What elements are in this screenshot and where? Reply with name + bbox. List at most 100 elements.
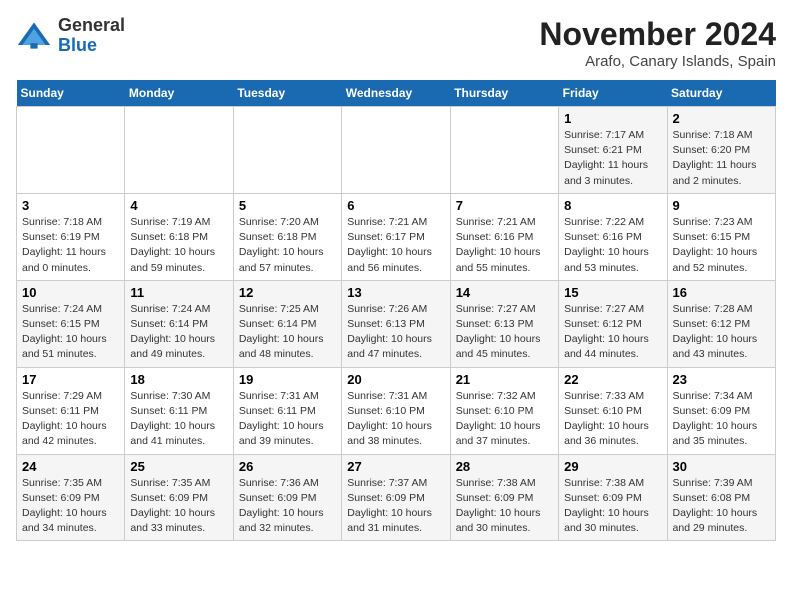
calendar-cell: 25 Sunrise: 7:35 AM Sunset: 6:09 PM Dayli… (125, 454, 233, 541)
day-number: 19 (239, 372, 336, 387)
calendar-cell: 1 Sunrise: 7:17 AM Sunset: 6:21 PM Daylig… (559, 107, 667, 194)
day-info: Sunrise: 7:21 AM Sunset: 6:17 PM Dayligh… (347, 215, 444, 276)
calendar-week-row: 10 Sunrise: 7:24 AM Sunset: 6:15 PM Dayli… (17, 280, 776, 367)
day-number: 30 (673, 459, 770, 474)
calendar-cell: 20Sunrise: 7:31 AM Sunset: 6:10 PM Dayli… (342, 367, 450, 454)
calendar-header: SundayMondayTuesdayWednesdayThursdayFrid… (17, 80, 776, 107)
day-info: Sunrise: 7:36 AM Sunset: 6:09 PM Dayligh… (239, 476, 336, 537)
day-number: 25 (130, 459, 227, 474)
location: Arafo, Canary Islands, Spain (539, 53, 776, 70)
day-number: 2 (673, 111, 770, 126)
day-number: 9 (673, 198, 770, 213)
day-number: 22 (564, 372, 661, 387)
day-number: 12 (239, 285, 336, 300)
day-number: 8 (564, 198, 661, 213)
day-number: 28 (456, 459, 553, 474)
calendar-cell: 17Sunrise: 7:29 AM Sunset: 6:11 PM Dayli… (17, 367, 125, 454)
calendar-cell (17, 107, 125, 194)
calendar-body: 1 Sunrise: 7:17 AM Sunset: 6:21 PM Daylig… (17, 107, 776, 541)
day-number: 15 (564, 285, 661, 300)
calendar-cell: 6Sunrise: 7:21 AM Sunset: 6:17 PM Daylig… (342, 193, 450, 280)
calendar-cell: 12 Sunrise: 7:25 AM Sunset: 6:14 PM Dayli… (233, 280, 341, 367)
day-info: Sunrise: 7:35 AM Sunset: 6:09 PM Dayligh… (22, 476, 119, 537)
day-info: Sunrise: 7:31 AM Sunset: 6:10 PM Dayligh… (347, 389, 444, 450)
day-of-week-header: Wednesday (342, 80, 450, 107)
calendar-week-row: 3 Sunrise: 7:18 AM Sunset: 6:19 PM Daylig… (17, 193, 776, 280)
day-number: 11 (130, 285, 227, 300)
calendar-cell: 11 Sunrise: 7:24 AM Sunset: 6:14 PM Dayli… (125, 280, 233, 367)
day-info: Sunrise: 7:38 AM Sunset: 6:09 PM Dayligh… (564, 476, 661, 537)
calendar-cell: 9 Sunrise: 7:23 AM Sunset: 6:15 PM Daylig… (667, 193, 775, 280)
day-number: 16 (673, 285, 770, 300)
day-info: Sunrise: 7:23 AM Sunset: 6:15 PM Dayligh… (673, 215, 770, 276)
logo-text: General Blue (58, 16, 125, 56)
title-area: November 2024 Arafo, Canary Islands, Spa… (539, 16, 776, 70)
calendar-cell: 28 Sunrise: 7:38 AM Sunset: 6:09 PM Dayli… (450, 454, 558, 541)
day-info: Sunrise: 7:24 AM Sunset: 6:14 PM Dayligh… (130, 302, 227, 363)
logo-general: General (58, 15, 125, 35)
day-number: 1 (564, 111, 661, 126)
day-number: 27 (347, 459, 444, 474)
calendar-cell: 19 Sunrise: 7:31 AM Sunset: 6:11 PM Dayli… (233, 367, 341, 454)
day-number: 14 (456, 285, 553, 300)
calendar-cell: 24 Sunrise: 7:35 AM Sunset: 6:09 PM Dayli… (17, 454, 125, 541)
day-of-week-header: Saturday (667, 80, 775, 107)
day-number: 24 (22, 459, 119, 474)
calendar-cell: 29 Sunrise: 7:38 AM Sunset: 6:09 PM Dayli… (559, 454, 667, 541)
day-number: 13 (347, 285, 444, 300)
day-info: Sunrise: 7:38 AM Sunset: 6:09 PM Dayligh… (456, 476, 553, 537)
calendar-cell (233, 107, 341, 194)
page-header: General Blue November 2024 Arafo, Canary… (16, 16, 776, 70)
day-info: Sunrise: 7:17 AM Sunset: 6:21 PM Dayligh… (564, 128, 661, 189)
month-title: November 2024 (539, 16, 776, 53)
day-info: Sunrise: 7:27 AM Sunset: 6:12 PM Dayligh… (564, 302, 661, 363)
logo: General Blue (16, 16, 125, 56)
calendar-week-row: 17Sunrise: 7:29 AM Sunset: 6:11 PM Dayli… (17, 367, 776, 454)
calendar-cell (450, 107, 558, 194)
day-number: 10 (22, 285, 119, 300)
calendar-table: SundayMondayTuesdayWednesdayThursdayFrid… (16, 80, 776, 541)
day-number: 5 (239, 198, 336, 213)
logo-icon (16, 18, 52, 54)
day-info: Sunrise: 7:25 AM Sunset: 6:14 PM Dayligh… (239, 302, 336, 363)
calendar-cell (342, 107, 450, 194)
day-number: 26 (239, 459, 336, 474)
day-info: Sunrise: 7:19 AM Sunset: 6:18 PM Dayligh… (130, 215, 227, 276)
calendar-cell: 4 Sunrise: 7:19 AM Sunset: 6:18 PM Daylig… (125, 193, 233, 280)
calendar-cell: 7 Sunrise: 7:21 AM Sunset: 6:16 PM Daylig… (450, 193, 558, 280)
calendar-cell: 16Sunrise: 7:28 AM Sunset: 6:12 PM Dayli… (667, 280, 775, 367)
day-number: 7 (456, 198, 553, 213)
day-info: Sunrise: 7:31 AM Sunset: 6:11 PM Dayligh… (239, 389, 336, 450)
day-number: 4 (130, 198, 227, 213)
day-info: Sunrise: 7:24 AM Sunset: 6:15 PM Dayligh… (22, 302, 119, 363)
day-number: 23 (673, 372, 770, 387)
day-info: Sunrise: 7:27 AM Sunset: 6:13 PM Dayligh… (456, 302, 553, 363)
day-of-week-header: Monday (125, 80, 233, 107)
day-number: 17 (22, 372, 119, 387)
day-info: Sunrise: 7:21 AM Sunset: 6:16 PM Dayligh… (456, 215, 553, 276)
calendar-cell: 30 Sunrise: 7:39 AM Sunset: 6:08 PM Dayli… (667, 454, 775, 541)
day-info: Sunrise: 7:39 AM Sunset: 6:08 PM Dayligh… (673, 476, 770, 537)
day-info: Sunrise: 7:37 AM Sunset: 6:09 PM Dayligh… (347, 476, 444, 537)
calendar-cell: 15 Sunrise: 7:27 AM Sunset: 6:12 PM Dayli… (559, 280, 667, 367)
header-row: SundayMondayTuesdayWednesdayThursdayFrid… (17, 80, 776, 107)
calendar-cell: 8 Sunrise: 7:22 AM Sunset: 6:16 PM Daylig… (559, 193, 667, 280)
calendar-cell: 5 Sunrise: 7:20 AM Sunset: 6:18 PM Daylig… (233, 193, 341, 280)
day-number: 3 (22, 198, 119, 213)
day-of-week-header: Friday (559, 80, 667, 107)
day-info: Sunrise: 7:35 AM Sunset: 6:09 PM Dayligh… (130, 476, 227, 537)
day-info: Sunrise: 7:20 AM Sunset: 6:18 PM Dayligh… (239, 215, 336, 276)
calendar-cell (125, 107, 233, 194)
calendar-cell: 27 Sunrise: 7:37 AM Sunset: 6:09 PM Dayli… (342, 454, 450, 541)
day-info: Sunrise: 7:26 AM Sunset: 6:13 PM Dayligh… (347, 302, 444, 363)
day-number: 29 (564, 459, 661, 474)
day-of-week-header: Tuesday (233, 80, 341, 107)
day-info: Sunrise: 7:18 AM Sunset: 6:19 PM Dayligh… (22, 215, 119, 276)
calendar-cell: 21 Sunrise: 7:32 AM Sunset: 6:10 PM Dayli… (450, 367, 558, 454)
day-info: Sunrise: 7:32 AM Sunset: 6:10 PM Dayligh… (456, 389, 553, 450)
calendar-cell: 3 Sunrise: 7:18 AM Sunset: 6:19 PM Daylig… (17, 193, 125, 280)
calendar-cell: 22Sunrise: 7:33 AM Sunset: 6:10 PM Dayli… (559, 367, 667, 454)
day-number: 21 (456, 372, 553, 387)
day-info: Sunrise: 7:22 AM Sunset: 6:16 PM Dayligh… (564, 215, 661, 276)
day-number: 18 (130, 372, 227, 387)
